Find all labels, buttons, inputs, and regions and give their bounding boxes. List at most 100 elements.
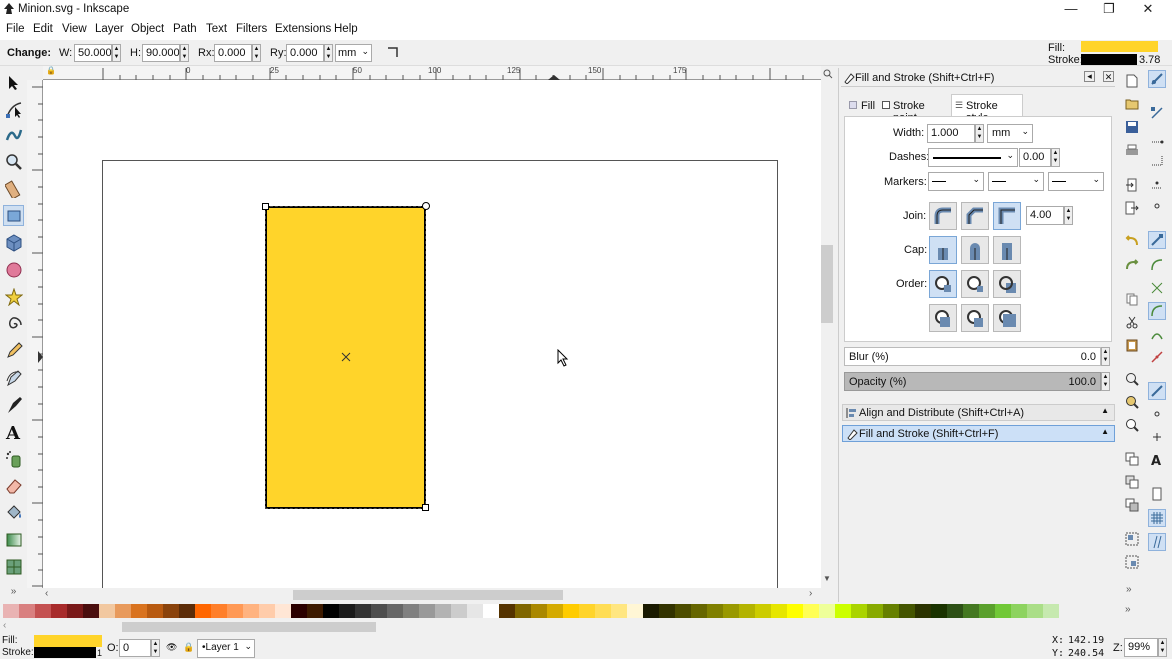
rectangle-tool-icon[interactable] bbox=[3, 205, 24, 226]
blur-spinner[interactable]: ▲ ▼ bbox=[1101, 347, 1110, 366]
palette-swatch[interactable] bbox=[915, 604, 931, 618]
unlink-clone-icon[interactable] bbox=[1123, 496, 1141, 514]
palette-swatch[interactable] bbox=[115, 604, 131, 618]
palette-menu-icon[interactable]: » bbox=[1125, 604, 1131, 615]
palette-swatch[interactable] bbox=[3, 604, 19, 618]
tab-stroke-paint[interactable]: Stroke paint bbox=[879, 96, 951, 124]
opacity-spinner[interactable]: ▲ ▼ bbox=[1101, 372, 1110, 391]
palette-swatch[interactable] bbox=[307, 604, 323, 618]
dock-align-distribute[interactable]: Align and Distribute (Shift+Ctrl+A) ▲ bbox=[842, 404, 1115, 421]
menu-extensions[interactable]: Extensions bbox=[275, 23, 331, 35]
order-normal-button[interactable] bbox=[929, 270, 957, 298]
snap-grid-icon[interactable] bbox=[1148, 509, 1166, 527]
menu-view[interactable]: View bbox=[62, 23, 87, 35]
spray-tool-icon[interactable] bbox=[3, 448, 24, 469]
end-marker-select[interactable]: ⌄ bbox=[1048, 172, 1104, 191]
height-spinner[interactable]: ▲ ▼ bbox=[180, 44, 189, 62]
palette-swatch[interactable] bbox=[1043, 604, 1059, 618]
palette-swatch[interactable] bbox=[771, 604, 787, 618]
resize-handle[interactable] bbox=[422, 504, 429, 511]
palette-swatch[interactable] bbox=[947, 604, 963, 618]
snap-paths-icon[interactable] bbox=[1148, 256, 1166, 274]
snap-toggle-icon[interactable] bbox=[1148, 70, 1166, 88]
paint-bucket-tool-icon[interactable] bbox=[3, 502, 24, 523]
copy-icon[interactable] bbox=[1123, 290, 1141, 308]
ry-spinner[interactable]: ▲ ▼ bbox=[324, 44, 333, 62]
calligraphy-tool-icon[interactable] bbox=[3, 394, 24, 415]
mid-marker-select[interactable]: ⌄ bbox=[988, 172, 1044, 191]
menu-text[interactable]: Text bbox=[206, 23, 227, 35]
status-fill-swatch[interactable] bbox=[34, 635, 102, 647]
palette-swatch[interactable] bbox=[275, 604, 291, 618]
ungroup-icon[interactable] bbox=[1123, 553, 1141, 571]
palette-swatch[interactable] bbox=[179, 604, 195, 618]
snap-bbox-midpoint-icon[interactable] bbox=[1148, 174, 1166, 192]
menu-file[interactable]: File bbox=[6, 23, 25, 35]
palette-swatch[interactable] bbox=[867, 604, 883, 618]
join-bevel-button[interactable] bbox=[961, 202, 989, 230]
drawing-canvas[interactable] bbox=[43, 80, 821, 588]
eraser-tool-icon[interactable] bbox=[3, 475, 24, 496]
collapse-icon[interactable]: ▲ bbox=[1101, 406, 1109, 415]
palette-swatch[interactable] bbox=[259, 604, 275, 618]
palette-swatch[interactable] bbox=[387, 604, 403, 618]
palette-swatch[interactable] bbox=[675, 604, 691, 618]
snap-midpoints-icon[interactable] bbox=[1148, 348, 1166, 366]
rx-input[interactable]: 0.000 bbox=[214, 44, 252, 62]
tab-stroke-style[interactable]: ☰ Stroke style bbox=[951, 94, 1023, 124]
palette-swatch[interactable] bbox=[627, 604, 643, 618]
collapse-icon[interactable]: ▲ bbox=[1101, 427, 1109, 436]
order-markers-fill-stroke-button[interactable] bbox=[993, 304, 1021, 332]
palette-swatch[interactable] bbox=[243, 604, 259, 618]
cap-butt-button[interactable] bbox=[929, 236, 957, 264]
palette-swatch[interactable] bbox=[483, 604, 499, 618]
palette-swatch[interactable] bbox=[51, 604, 67, 618]
ry-input[interactable]: 0.000 bbox=[286, 44, 324, 62]
palette-swatch[interactable] bbox=[419, 604, 435, 618]
new-document-icon[interactable] bbox=[1123, 72, 1141, 90]
snap-intersections-icon[interactable] bbox=[1148, 279, 1166, 297]
snap-rotation-center-icon[interactable] bbox=[1148, 428, 1166, 446]
snap-smooth-nodes-icon[interactable] bbox=[1148, 325, 1166, 343]
palette-swatch[interactable] bbox=[995, 604, 1011, 618]
palette-swatch[interactable] bbox=[355, 604, 371, 618]
print-icon[interactable] bbox=[1123, 142, 1141, 160]
snap-page-border-icon[interactable] bbox=[1148, 485, 1166, 503]
vertical-scrollbar[interactable]: ▼ bbox=[821, 80, 835, 588]
palette-swatch[interactable] bbox=[963, 604, 979, 618]
height-input[interactable]: 90.000 bbox=[142, 44, 180, 62]
dash-offset-spinner[interactable]: ▲ ▼ bbox=[1051, 148, 1060, 167]
zoom-page-icon[interactable] bbox=[1123, 416, 1141, 434]
palette-swatch[interactable] bbox=[531, 604, 547, 618]
panel-iconify-icon[interactable]: ◂ bbox=[1084, 71, 1095, 82]
group-icon[interactable] bbox=[1123, 530, 1141, 548]
zoom-tool-icon[interactable] bbox=[3, 151, 24, 172]
palette-swatch[interactable] bbox=[931, 604, 947, 618]
palette-swatch[interactable] bbox=[403, 604, 419, 618]
palette-swatch[interactable] bbox=[211, 604, 227, 618]
join-miter-button[interactable] bbox=[993, 202, 1021, 230]
resize-handle[interactable] bbox=[262, 203, 269, 210]
palette-swatch[interactable] bbox=[835, 604, 851, 618]
palette-swatch[interactable] bbox=[67, 604, 83, 618]
reset-corners-icon[interactable] bbox=[385, 45, 401, 61]
palette-swatch[interactable] bbox=[147, 604, 163, 618]
snap-guides-icon[interactable] bbox=[1148, 533, 1166, 551]
width-input[interactable]: 50.000 bbox=[74, 44, 112, 62]
star-tool-icon[interactable] bbox=[3, 286, 24, 307]
scroll-left-icon[interactable]: ‹ bbox=[45, 588, 48, 599]
stroke-unit-select[interactable]: mm ⌄ bbox=[987, 124, 1033, 143]
cap-round-button[interactable] bbox=[961, 236, 989, 264]
import-icon[interactable] bbox=[1123, 176, 1141, 194]
mesh-tool-icon[interactable] bbox=[3, 556, 24, 577]
join-round-button[interactable] bbox=[929, 202, 957, 230]
unit-select[interactable]: mm ⌄ bbox=[335, 44, 372, 62]
palette-scrollbar[interactable] bbox=[122, 622, 376, 632]
dashes-select[interactable]: ⌄ bbox=[928, 148, 1018, 167]
fill-swatch[interactable] bbox=[1081, 41, 1158, 52]
order-fill-markers-stroke-button[interactable] bbox=[929, 304, 957, 332]
miter-limit-spinner[interactable]: ▲ ▼ bbox=[1064, 206, 1073, 225]
palette-swatch[interactable] bbox=[595, 604, 611, 618]
node-tool-icon[interactable] bbox=[3, 99, 24, 120]
snap-bbox-corner-icon[interactable] bbox=[1148, 151, 1166, 169]
